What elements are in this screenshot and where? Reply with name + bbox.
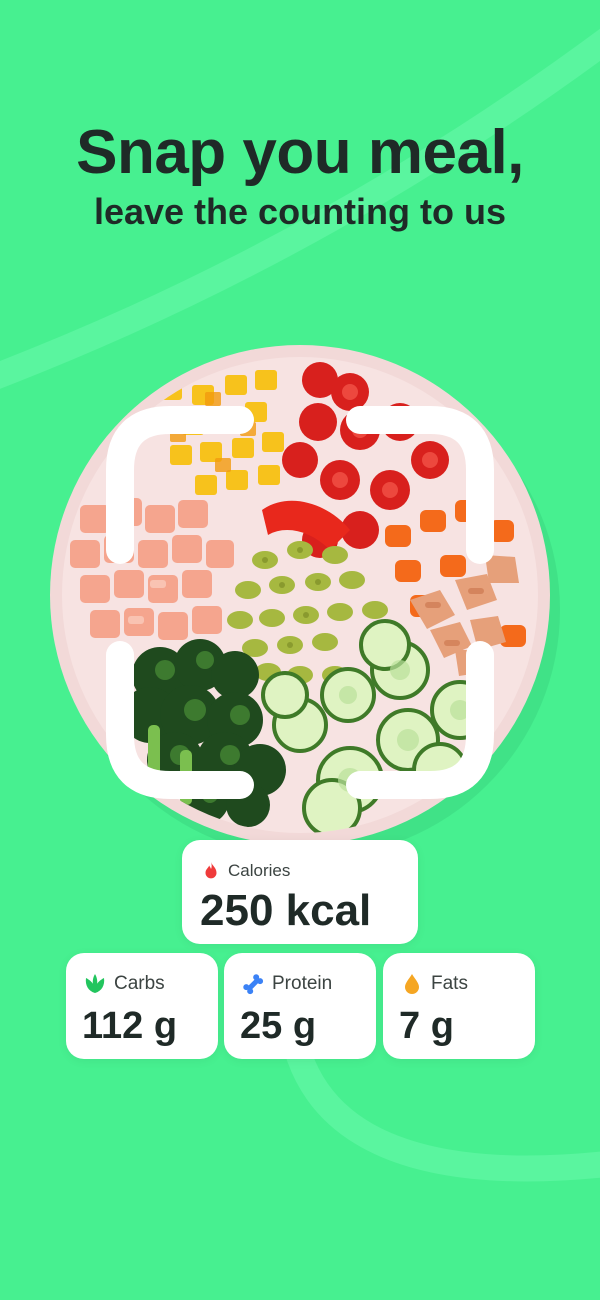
carbs-card: Carbs 112 g (66, 953, 218, 1059)
headline: Snap you meal, leave the counting to us (0, 118, 600, 234)
carbs-label: Carbs (114, 973, 165, 994)
fats-value: 7 g (399, 1005, 454, 1047)
calories-label: Calories (228, 861, 291, 880)
fats-card: Fats 7 g (383, 953, 535, 1059)
headline-subtitle: leave the counting to us (93, 191, 507, 232)
calories-card: Calories 250 kcal (182, 840, 418, 944)
flame-icon (205, 861, 217, 879)
drop-icon (405, 974, 419, 994)
protein-card: Protein 25 g (224, 953, 376, 1059)
onboarding-screen: Snap you meal, leave the counting to us (0, 0, 600, 1300)
meal-plate-image (50, 345, 560, 858)
headline-title: Snap you meal, (76, 118, 524, 187)
carbs-value: 112 g (82, 1005, 178, 1047)
leaf-icon (85, 974, 105, 993)
calories-value: 250 kcal (200, 886, 372, 935)
fats-label: Fats (431, 973, 468, 994)
bone-icon (243, 974, 264, 995)
protein-label: Protein (272, 973, 333, 994)
protein-value: 25 g (240, 1005, 317, 1047)
